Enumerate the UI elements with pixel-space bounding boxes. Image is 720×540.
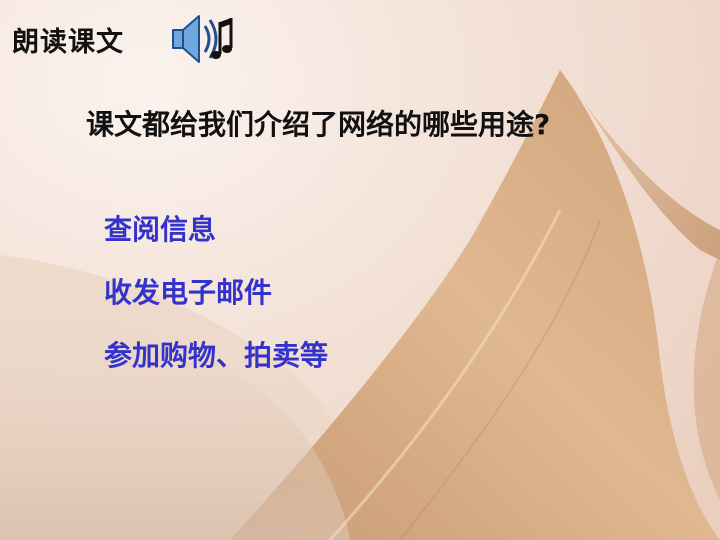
slide-title: 朗读课文 — [12, 27, 124, 58]
answer-item: 参加购物、拍卖等 — [104, 339, 329, 372]
answer-item: 查阅信息 — [104, 213, 217, 246]
answer-item: 收发电子邮件 — [104, 276, 273, 309]
answer-list: 查阅信息 收发电子邮件 参加购物、拍卖等 — [104, 206, 328, 395]
speaker-icon[interactable] — [165, 8, 245, 70]
question-text: 课文都给我们介绍了网络的哪些用途? — [86, 108, 551, 141]
slide: 朗读课文 课文都给我们介绍了网络的哪些用途? 查阅信息 收发电子邮件 参加购物、… — [0, 0, 720, 540]
